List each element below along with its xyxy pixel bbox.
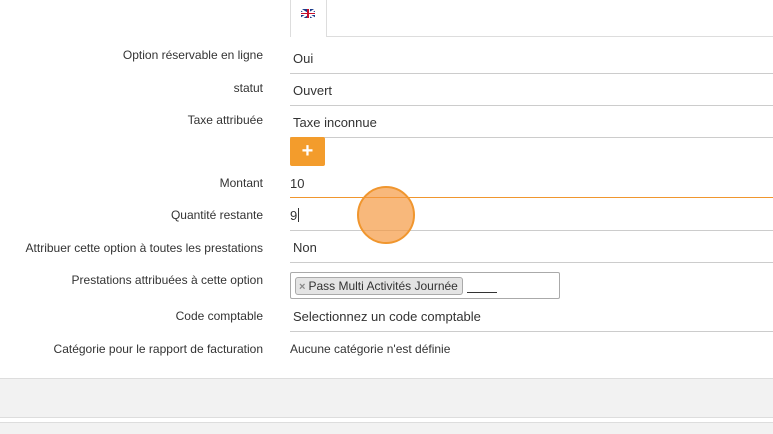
status-label: statut (233, 81, 263, 95)
page-footer (0, 422, 773, 434)
assigned-services-multiselect[interactable]: × Pass Multi Activités Journée (290, 272, 560, 299)
text-caret (298, 208, 300, 222)
billing-category-label: Catégorie pour le rapport de facturation (53, 342, 263, 356)
tap-indicator (357, 186, 415, 244)
service-tag-label: Pass Multi Activités Journée (308, 279, 458, 293)
remaining-qty-value: 9 (290, 208, 298, 223)
bookable-value: Oui (293, 51, 314, 66)
accounting-code-select[interactable]: Selectionnez un code comptable (290, 300, 773, 332)
billing-category-value: Aucune catégorie n'est définie (290, 342, 451, 356)
amount-value: 10 (290, 176, 305, 191)
tag-search-cursor[interactable] (467, 292, 497, 293)
service-tag: × Pass Multi Activités Journée (295, 277, 463, 295)
tax-label: Taxe attribuée (187, 113, 263, 127)
status-select[interactable]: Ouvert (290, 74, 773, 106)
remove-tag-icon[interactable]: × (299, 281, 305, 293)
amount-label: Montant (219, 176, 263, 190)
accounting-code-label: Code comptable (175, 309, 263, 323)
remaining-qty-label: Quantité restante (170, 208, 263, 222)
tax-select[interactable]: Taxe inconnue (290, 106, 773, 138)
language-tab-en[interactable] (290, 0, 327, 37)
status-value: Ouvert (293, 83, 333, 98)
form-footer (0, 378, 773, 418)
uk-flag-icon (301, 9, 315, 18)
tabs-divider (327, 36, 773, 37)
bookable-label: Option réservable en ligne (122, 48, 263, 62)
bookable-select[interactable]: Oui (290, 42, 773, 74)
plus-icon: + (301, 140, 314, 162)
add-tax-button[interactable]: + (290, 137, 325, 166)
accounting-code-placeholder: Selectionnez un code comptable (293, 309, 481, 324)
assign-all-value: Non (293, 240, 317, 255)
amount-input[interactable]: 10 (290, 167, 773, 198)
assigned-services-label: Prestations attribuées à cette option (71, 273, 263, 287)
assign-all-select[interactable]: Non (290, 231, 773, 263)
tax-value: Taxe inconnue (293, 115, 377, 130)
assign-all-label: Attribuer cette option à toutes les pres… (25, 241, 263, 255)
